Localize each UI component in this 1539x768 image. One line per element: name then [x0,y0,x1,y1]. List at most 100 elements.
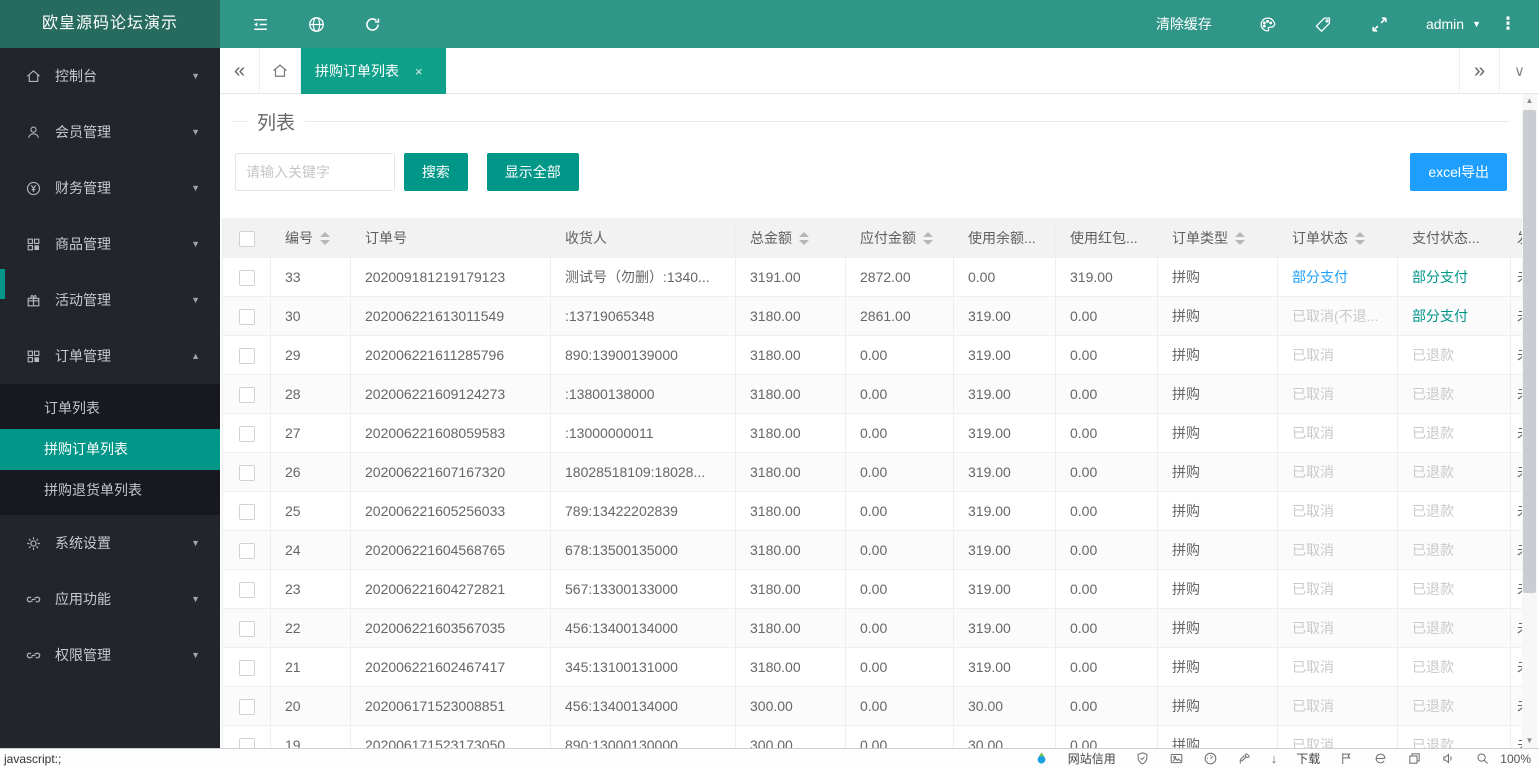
cell-type: 拼购 [1158,297,1278,336]
submenu-item-1[interactable]: 拼购订单列表 [0,429,220,470]
rocket-icon[interactable] [1237,751,1252,766]
column-header-8[interactable]: 订单状态 [1278,219,1398,258]
menu-fold-icon[interactable] [232,15,288,34]
sort-icon[interactable] [1235,232,1245,245]
pay-status-value: 已退款 [1412,659,1454,675]
drop-icon[interactable] [1034,751,1049,766]
pay-status-value: 已退款 [1412,347,1454,363]
cell-id: 26 [271,453,351,492]
submenu-item-2[interactable]: 拼购退货单列表 [0,470,220,511]
column-header-3[interactable]: 总金额 [736,219,846,258]
pay-status-value[interactable]: 部分支付 [1412,269,1468,285]
refresh-icon[interactable] [344,15,400,34]
sidebar-item-0[interactable]: 控制台 [0,48,220,104]
search-button[interactable]: 搜索 [404,153,468,191]
vertical-scrollbar[interactable] [1522,94,1537,748]
row-checkbox[interactable] [239,309,255,325]
tab-pingou-order-list[interactable]: 拼购订单列表 [301,48,446,94]
submenu-item-0[interactable]: 订单列表 [0,388,220,429]
tabs-dropdown-button[interactable] [1499,48,1539,94]
fullscreen-icon[interactable] [1352,15,1408,34]
globe-icon[interactable] [288,15,344,34]
sort-icon[interactable] [923,232,933,245]
magnifier-icon[interactable] [1475,751,1490,766]
tag-icon[interactable] [1296,15,1352,34]
brand-logo: 欧皇源码论坛演示 [0,0,220,48]
cell-order-status: 已取消 [1278,726,1398,749]
row-checkbox[interactable] [239,270,255,286]
scroll-up-arrow[interactable] [1522,94,1537,108]
down-arrow-icon[interactable] [1271,751,1278,766]
order-status-value[interactable]: 部分支付 [1292,269,1348,285]
row-checkbox[interactable] [239,465,255,481]
sidebar-item-4[interactable]: 活动管理 [0,272,220,328]
more-menu-icon[interactable] [1491,14,1525,34]
palette-icon[interactable] [1240,15,1296,34]
scroll-down-arrow[interactable] [1522,734,1537,748]
column-header-4[interactable]: 应付金额 [846,219,954,258]
picture-icon[interactable] [1169,751,1184,766]
flag-icon[interactable] [1339,751,1354,766]
orders-table-wrap: 编号订单号收货人总金额应付金额使用余额...使用红包...订单类型订单状态支付状… [222,218,1522,748]
scrollbar-thumb[interactable] [1523,110,1536,593]
statusbar-label[interactable]: 网站信用 [1068,750,1116,767]
sort-icon[interactable] [320,232,330,245]
cell-receiver: 测试号（勿删）:1340... [551,258,736,297]
user-menu[interactable]: admin [1426,16,1481,32]
tab-close-icon[interactable] [415,64,423,79]
sort-icon[interactable] [799,232,809,245]
cell-order-status: 已取消 [1278,609,1398,648]
column-header-0[interactable]: 编号 [271,219,351,258]
pay-status-value[interactable]: 部分支付 [1412,308,1468,324]
home-tab[interactable] [260,48,301,94]
cell-order-no: 202006221604272821 [351,570,551,609]
sidebar-item-3[interactable]: 商品管理 [0,216,220,272]
speaker-icon[interactable] [1441,751,1456,766]
window-icon[interactable] [1407,751,1422,766]
shield-icon[interactable] [1135,751,1150,766]
row-checkbox[interactable] [239,660,255,676]
statusbar-label[interactable]: 下载 [1296,750,1320,767]
sidebar: 控制台会员管理财务管理商品管理活动管理订单管理订单列表拼购订单列表拼购退货单列表… [0,48,220,748]
cell-redpacket: 0.00 [1056,492,1158,531]
column-header-7[interactable]: 订单类型 [1158,219,1278,258]
tabs-scroll-right-button[interactable] [1459,48,1499,94]
excel-export-button[interactable]: excel导出 [1410,153,1507,191]
ie-icon[interactable] [1373,751,1388,766]
column-label: 订单号 [365,228,407,248]
sidebar-item-6[interactable]: 系统设置 [0,515,220,571]
zoom-level[interactable]: 100% [1500,752,1539,766]
clear-cache-button[interactable]: 清除缓存 [1156,14,1212,34]
row-checkbox[interactable] [239,504,255,520]
row-checkbox[interactable] [239,699,255,715]
cell-ship-status: 未发货 [1511,258,1523,297]
sidebar-item-5[interactable]: 订单管理 [0,328,220,384]
tabs-scroll-left-button[interactable] [220,48,260,94]
select-all-checkbox[interactable] [239,231,255,247]
row-checkbox[interactable] [239,426,255,442]
cell-ship-status: 未发货 [1511,414,1523,453]
row-checkbox[interactable] [239,582,255,598]
row-checkbox[interactable] [239,621,255,637]
search-input[interactable] [235,153,395,191]
gauge-icon[interactable] [1203,751,1218,766]
column-header-6: 使用红包... [1056,219,1158,258]
row-select-cell [223,570,271,609]
cell-payable: 0.00 [846,336,954,375]
row-checkbox[interactable] [239,543,255,559]
sidebar-item-2[interactable]: 财务管理 [0,160,220,216]
cell-total: 3191.00 [736,258,846,297]
cell-total: 3180.00 [736,492,846,531]
orders-table: 编号订单号收货人总金额应付金额使用余额...使用红包...订单类型订单状态支付状… [222,218,1522,748]
sidebar-item-1[interactable]: 会员管理 [0,104,220,160]
row-checkbox[interactable] [239,738,255,748]
sidebar-item-7[interactable]: 应用功能 [0,571,220,627]
topbar-right: 清除缓存 admin [1156,0,1525,48]
show-all-button[interactable]: 显示全部 [487,153,579,191]
pay-status-value: 已退款 [1412,620,1454,636]
column-label: 应付金额 [860,228,916,248]
row-checkbox[interactable] [239,387,255,403]
sort-icon[interactable] [1355,232,1365,245]
sidebar-item-8[interactable]: 权限管理 [0,627,220,683]
row-checkbox[interactable] [239,348,255,364]
